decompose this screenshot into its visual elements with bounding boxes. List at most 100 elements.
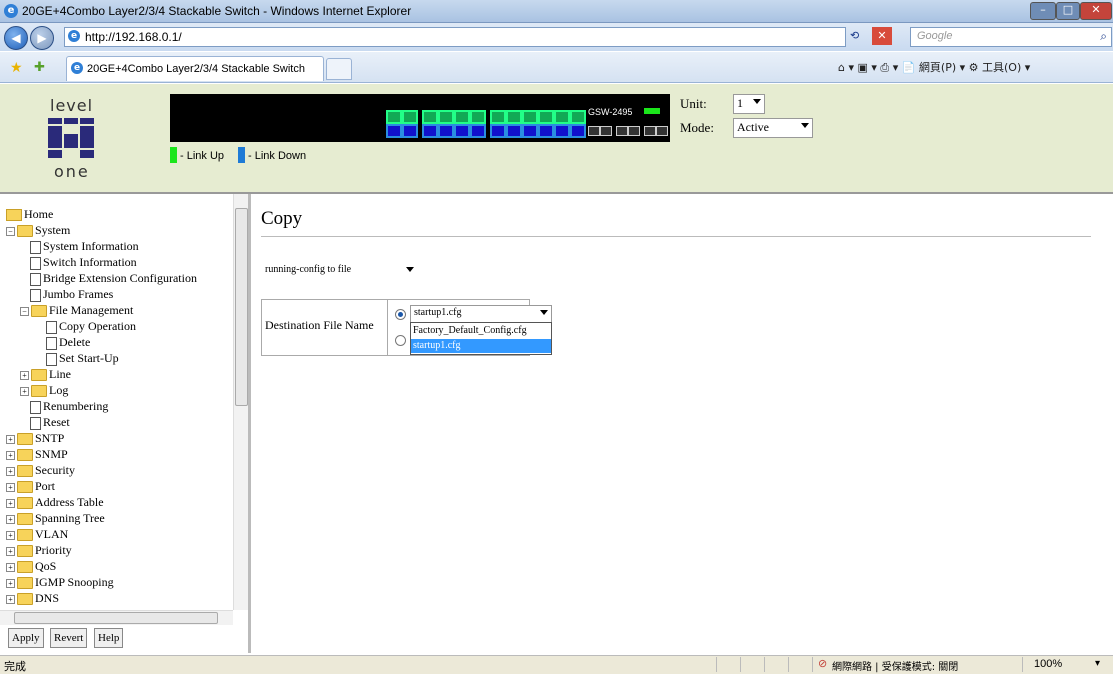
nav-vlan[interactable]: + VLAN [6, 526, 68, 542]
minimize-button[interactable]: – [1030, 2, 1056, 20]
zoom-level[interactable]: 100% [1034, 658, 1062, 670]
expand-icon[interactable]: + [20, 370, 29, 380]
destination-file-select[interactable]: startup1.cfg [410, 305, 552, 323]
nav-line[interactable]: + Line [20, 366, 71, 382]
expand-icon[interactable]: + [6, 562, 15, 572]
dropdown-option-selected[interactable]: startup1.cfg [411, 339, 551, 353]
add-favorites-icon[interactable]: ✚ [34, 59, 45, 75]
refresh-icon[interactable]: ⟲ [850, 29, 859, 42]
revert-button[interactable]: Revert [50, 628, 88, 648]
mode-select[interactable]: Active [733, 118, 813, 138]
search-icon[interactable]: ⌕ [1100, 29, 1107, 44]
nav-renumbering[interactable]: Renumbering [30, 398, 108, 414]
folder-open-icon [31, 305, 47, 318]
nav-hscroll-thumb[interactable] [14, 612, 218, 624]
search-input[interactable]: Google ⌕ [910, 27, 1112, 47]
expand-icon[interactable]: + [6, 482, 15, 492]
maximize-button[interactable]: □ [1056, 2, 1080, 20]
collapse-icon[interactable]: − [6, 226, 15, 236]
folder-icon [17, 497, 33, 510]
nav-system-information[interactable]: System Information [30, 238, 139, 254]
help-button[interactable]: Help [94, 628, 124, 648]
nav-copy-operation[interactable]: Copy Operation [46, 318, 136, 334]
nav-priority[interactable]: + Priority [6, 542, 72, 558]
chevron-down-icon [406, 267, 414, 272]
collapse-icon[interactable]: − [20, 306, 29, 316]
chevron-down-icon [753, 99, 761, 104]
unit-select[interactable]: 1 [733, 94, 765, 114]
expand-icon[interactable]: + [6, 514, 15, 524]
switch-front-panel: GSW-2495 [170, 94, 670, 142]
tab-title: 20GE+4Combo Layer2/3/4 Stackable Switch [87, 63, 305, 75]
header-frame: level one GSW-2495 - Link Up - Link Down… [0, 84, 1113, 194]
close-button[interactable]: ✕ [1080, 2, 1112, 20]
nav-delete[interactable]: Delete [46, 334, 90, 350]
radio-existing-file[interactable] [395, 309, 406, 320]
nav-scroll-thumb[interactable] [235, 208, 248, 406]
nav-qos[interactable]: + QoS [6, 558, 56, 574]
favorites-star-icon[interactable]: ★ [10, 59, 23, 76]
nav-spanning-tree[interactable]: + Spanning Tree [6, 510, 105, 526]
main-content: Copy running-config to file Destination … [251, 194, 1113, 653]
expand-icon[interactable]: + [6, 434, 15, 444]
document-icon [46, 320, 57, 334]
copy-operation-value: running-config to file [265, 264, 352, 275]
expand-icon[interactable]: + [6, 594, 15, 604]
nav-port[interactable]: + Port [6, 478, 55, 494]
expand-icon[interactable]: + [6, 530, 15, 540]
copy-operation-select[interactable]: running-config to file [261, 262, 418, 280]
folder-icon [17, 545, 33, 558]
stop-icon[interactable]: ✕ [872, 27, 892, 45]
expand-icon[interactable]: + [6, 498, 15, 508]
popup-blocker-icon[interactable]: ⊘ [818, 657, 827, 670]
nav-address-table[interactable]: + Address Table [6, 494, 104, 510]
nav-reset[interactable]: Reset [30, 414, 70, 430]
folder-icon [31, 369, 47, 382]
nav-switch-information[interactable]: Switch Information [30, 254, 137, 270]
nav-horizontal-scrollbar[interactable] [0, 610, 233, 625]
security-zone[interactable]: 網際網路 | 受保護模式: 關閉 [832, 658, 958, 673]
ie-logo-icon: e [4, 4, 18, 18]
dropdown-option[interactable]: Factory_Default_Config.cfg [411, 324, 551, 338]
expand-icon[interactable]: + [20, 386, 29, 396]
nav-set-start-up[interactable]: Set Start-Up [46, 350, 119, 366]
folder-icon [17, 465, 33, 478]
radio-new-file[interactable] [395, 335, 406, 346]
nav-log[interactable]: + Log [20, 382, 68, 398]
nav-bridge-extension[interactable]: Bridge Extension Configuration [30, 270, 197, 286]
nav-snmp[interactable]: + SNMP [6, 446, 68, 462]
document-icon [46, 352, 57, 366]
folder-icon [17, 593, 33, 606]
nav-vertical-scrollbar[interactable] [233, 194, 248, 610]
nav-igmp-snooping[interactable]: + IGMP Snooping [6, 574, 114, 590]
mode-label: Mode: [680, 120, 714, 135]
folder-icon [17, 449, 33, 462]
unit-value: 1 [737, 96, 743, 110]
tab-active[interactable]: e 20GE+4Combo Layer2/3/4 Stackable Switc… [66, 56, 324, 81]
forward-button[interactable]: ▶ [30, 26, 54, 50]
expand-icon[interactable]: + [6, 450, 15, 460]
chevron-down-icon [801, 123, 809, 128]
document-icon [30, 240, 41, 254]
search-placeholder: Google [917, 30, 953, 42]
back-button[interactable]: ◀ [4, 26, 28, 50]
apply-button[interactable]: Apply [8, 628, 44, 648]
zoom-chevron-down-icon[interactable]: ▾ [1095, 658, 1100, 669]
expand-icon[interactable]: + [6, 466, 15, 476]
title-divider [261, 236, 1091, 237]
table-divider [387, 300, 388, 355]
nav-sntp[interactable]: + SNTP [6, 430, 64, 446]
url-field[interactable]: e http://192.168.0.1/ [64, 27, 846, 47]
nav-home[interactable]: Home [6, 206, 53, 222]
nav-security[interactable]: + Security [6, 462, 75, 478]
command-bar[interactable]: ⌂ ▾ ▣ ▾ ⎙ ▾ 📄 網頁(P) ▾ ⚙ 工具(O) ▾ [838, 59, 1030, 75]
new-tab-button[interactable] [326, 58, 352, 80]
address-bar: ◀ ▶ e http://192.168.0.1/ ⟲ ✕ Google ⌕ [0, 23, 1113, 51]
nav-jumbo-frames[interactable]: Jumbo Frames [30, 286, 113, 302]
nav-system[interactable]: − System [6, 222, 70, 238]
expand-icon[interactable]: + [6, 546, 15, 556]
window-title-bar: e 20GE+4Combo Layer2/3/4 Stackable Switc… [0, 0, 1113, 23]
nav-dns[interactable]: + DNS [6, 590, 59, 606]
nav-file-management[interactable]: − File Management [20, 302, 133, 318]
expand-icon[interactable]: + [6, 578, 15, 588]
